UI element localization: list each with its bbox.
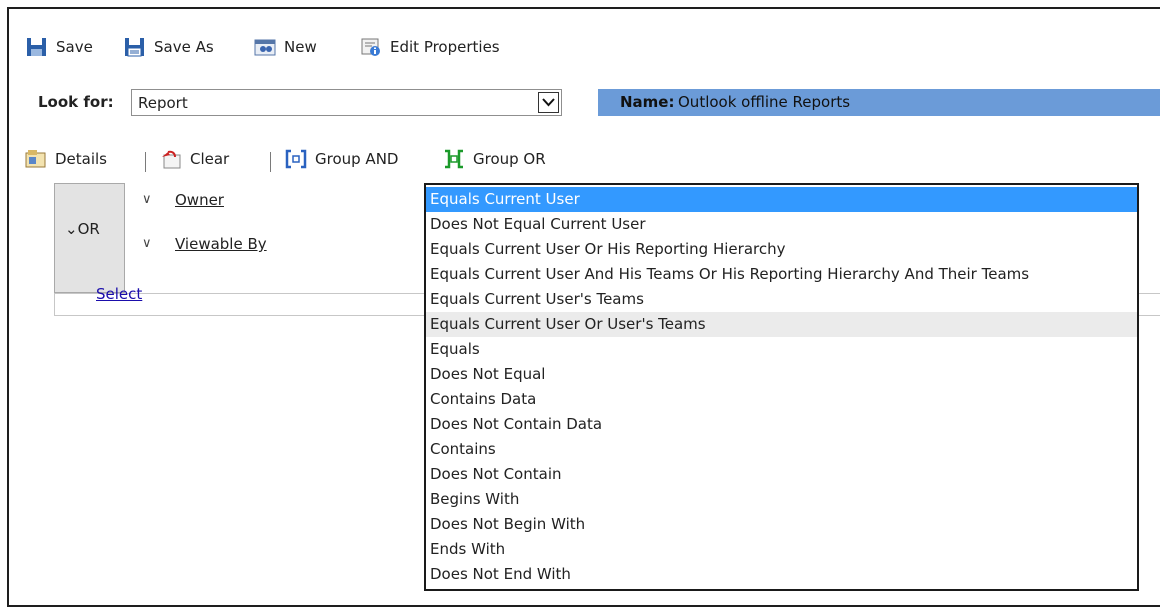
- edit-properties-button[interactable]: Edit Properties: [360, 36, 500, 58]
- toolbar-separator: [270, 152, 271, 172]
- name-bar: Name: Outlook offline Reports: [598, 89, 1160, 116]
- dropdown-option[interactable]: Equals Current User And His Teams Or His…: [426, 262, 1137, 287]
- dropdown-option[interactable]: Does Not Equal: [426, 362, 1137, 387]
- dropdown-option[interactable]: Contains: [426, 437, 1137, 462]
- group-or-button[interactable]: Group OR: [443, 148, 546, 170]
- group-and-label: Group AND: [315, 150, 399, 168]
- dropdown-option[interactable]: Contains Data: [426, 387, 1137, 412]
- dropdown-option[interactable]: Equals Current User's Teams: [426, 287, 1137, 312]
- group-operator[interactable]: ⌄OR: [65, 220, 100, 238]
- new-label: New: [284, 38, 317, 56]
- group-or-label: Group OR: [473, 150, 546, 168]
- dropdown-option[interactable]: Equals: [426, 337, 1137, 362]
- look-for-label: Look for:: [38, 93, 114, 111]
- chevron-down-icon[interactable]: [538, 92, 559, 113]
- clear-label: Clear: [190, 150, 230, 168]
- dropdown-option[interactable]: Does Not Contain Data: [426, 412, 1137, 437]
- dropdown-option[interactable]: Begins With: [426, 487, 1137, 512]
- save-as-button[interactable]: Save As: [124, 36, 214, 58]
- new-record-icon: [254, 37, 276, 57]
- dropdown-option[interactable]: Does Not Contain: [426, 462, 1137, 487]
- dropdown-option[interactable]: Ends With: [426, 537, 1137, 562]
- edit-properties-label: Edit Properties: [390, 38, 500, 56]
- chevron-down-icon[interactable]: ∨: [142, 236, 152, 251]
- save-as-label: Save As: [154, 38, 214, 56]
- save-icon: [26, 37, 48, 57]
- name-value[interactable]: Outlook offline Reports: [678, 93, 850, 111]
- field-viewable-by[interactable]: Viewable By: [175, 235, 267, 253]
- toolbar-separator: [145, 152, 146, 172]
- group-and-button[interactable]: Group AND: [285, 148, 398, 170]
- group-operator-box[interactable]: ⌄OR: [54, 183, 125, 293]
- select-link[interactable]: Select: [96, 285, 142, 303]
- edit-properties-icon: [360, 37, 382, 57]
- save-label: Save: [56, 38, 93, 56]
- group-or-icon: [443, 149, 465, 169]
- save-button[interactable]: Save: [26, 36, 93, 58]
- details-button[interactable]: Details: [25, 148, 107, 170]
- details-label: Details: [55, 150, 108, 168]
- dropdown-option[interactable]: Does Not End With: [426, 562, 1137, 587]
- dropdown-option[interactable]: Equals Current User Or User's Teams: [426, 312, 1137, 337]
- chevron-down-icon[interactable]: ∨: [142, 192, 152, 207]
- group-operator-label: OR: [77, 220, 100, 238]
- group-and-icon: [285, 149, 307, 169]
- dropdown-option[interactable]: Equals Current User: [426, 187, 1137, 212]
- clear-icon: [160, 149, 182, 169]
- details-icon: [25, 149, 47, 169]
- look-for-select[interactable]: Report: [131, 89, 562, 116]
- dropdown-option[interactable]: Does Not Begin With: [426, 512, 1137, 537]
- group-border-left: [54, 293, 55, 315]
- field-owner[interactable]: Owner: [175, 191, 224, 209]
- dropdown-option[interactable]: Equals Current User Or His Reporting Hie…: [426, 237, 1137, 262]
- save-as-icon: [124, 37, 146, 57]
- name-label: Name:: [620, 93, 675, 111]
- operator-dropdown-list[interactable]: Equals Current User Does Not Equal Curre…: [424, 183, 1139, 591]
- dropdown-option[interactable]: Does Not Equal Current User: [426, 212, 1137, 237]
- new-button[interactable]: New: [254, 36, 317, 58]
- look-for-value: Report: [138, 94, 188, 112]
- clear-button[interactable]: Clear: [160, 148, 229, 170]
